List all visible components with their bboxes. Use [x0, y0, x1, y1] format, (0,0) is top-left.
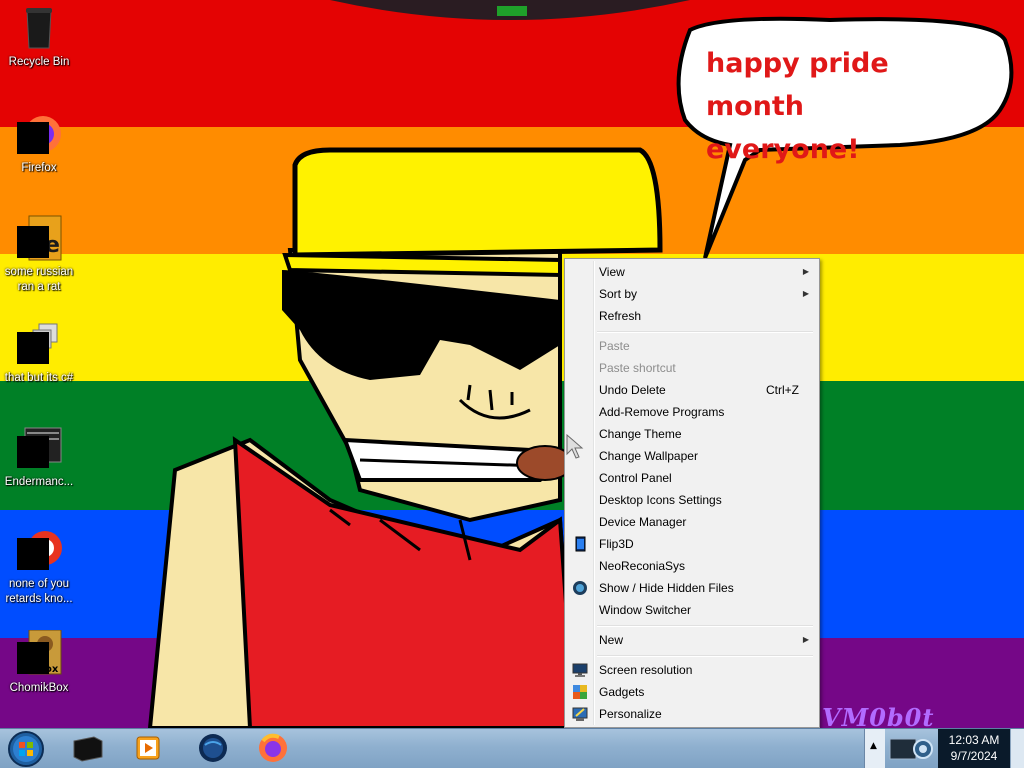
start-button[interactable]: [0, 729, 52, 768]
submenu-arrow-icon: ▶: [802, 635, 809, 644]
redacted-icon-overlay: [17, 226, 49, 258]
desktop-icon-endermanch[interactable]: Endermanc...: [0, 424, 78, 490]
menu-item-paste-shortcut: Paste shortcut: [599, 361, 676, 375]
clock-time: 12:03 AM: [948, 733, 1000, 747]
camera-projector-icon: [889, 738, 933, 760]
mouse-cursor-icon: [566, 434, 584, 459]
redacted-icon-overlay: [17, 122, 49, 154]
menu-item-change-theme[interactable]: Change Theme: [567, 423, 817, 445]
menu-item-sort-by[interactable]: Sort by ▶: [567, 283, 817, 305]
desktop-icon-label: Recycle Bin: [8, 56, 70, 68]
desktop-icon-c-sharp[interactable]: that but its c#: [0, 320, 78, 386]
windows-orb-icon: [8, 731, 44, 767]
menu-item-flip3d[interactable]: Flip3D: [567, 533, 817, 555]
taskbar-app-media-player[interactable]: [120, 729, 176, 768]
menu-item-window-switcher[interactable]: Window Switcher: [567, 599, 817, 621]
menu-item-refresh[interactable]: Refresh: [567, 305, 817, 327]
menu-item-undo-delete[interactable]: Undo Delete Ctrl+Z: [567, 379, 817, 401]
desktop-icon-recycle-bin[interactable]: Recycle Bin: [0, 4, 78, 70]
menu-item-change-wallpaper[interactable]: Change Wallpaper: [567, 445, 817, 467]
taskbar-app-globe-browser[interactable]: [185, 729, 241, 768]
menu-separator: [597, 655, 813, 657]
globe-icon: [573, 581, 587, 595]
taskbar-app-firefox[interactable]: [245, 729, 301, 768]
firefox-icon: [259, 733, 287, 762]
black-box-app-icon: [73, 736, 103, 762]
redacted-icon-overlay: [17, 642, 49, 674]
menu-item-new[interactable]: New ▶: [567, 629, 817, 651]
submenu-arrow-icon: ▶: [802, 289, 809, 298]
desktop-icon-label: Endermanc...: [4, 476, 74, 488]
desktop-icon-label: that but its c#: [4, 372, 74, 384]
media-player-icon: [136, 736, 160, 760]
taskbar: ▲ 12:03 AM 9/7/2024: [0, 728, 1024, 768]
menu-item-desktop-icons-settings[interactable]: Desktop Icons Settings: [567, 489, 817, 511]
desktop-icon-label: some russian ran a rat: [4, 266, 74, 293]
menu-item-paste: Paste: [599, 339, 630, 353]
desktop-context-menu: View ▶ Sort by ▶ Refresh Paste Paste short…: [564, 258, 820, 728]
desktop-wallpaper: happy pride month everyone! VM0b0t: [0, 0, 1024, 728]
menu-item-show-hide-hidden-files[interactable]: Show / Hide Hidden Files: [567, 577, 817, 599]
clock-area[interactable]: 12:03 AM 9/7/2024: [938, 729, 1010, 768]
clock: 12:03 AM 9/7/2024: [941, 732, 1007, 764]
chomikbox-hamster-icon: ox: [15, 629, 63, 678]
tray-icon-button[interactable]: [886, 731, 936, 766]
windows-stack-icon: [15, 320, 63, 368]
display-icon: [572, 663, 588, 677]
menu-separator: [597, 331, 813, 333]
menu-separator: [597, 625, 813, 627]
desktop-icon-none-of-you[interactable]: none of you retards kno...: [0, 526, 78, 607]
menu-item-view[interactable]: View ▶: [567, 261, 817, 283]
speech-bubble-line2: everyone!: [706, 134, 860, 165]
speech-bubble-text: happy pride month everyone!: [706, 42, 996, 171]
menu-item-neoreconiasys[interactable]: NeoReconiaSys: [567, 555, 817, 577]
menu-item-device-manager[interactable]: Device Manager: [567, 511, 817, 533]
personalize-icon: [572, 707, 588, 721]
desktop-icon-chomikbox[interactable]: ox ChomikBox: [0, 629, 78, 696]
desktop-icon-label: Firefox: [21, 162, 57, 174]
desktop-icon-label: none of you retards kno...: [5, 578, 73, 605]
recycle-bin-icon: [15, 4, 63, 52]
clock-date: 9/7/2024: [950, 749, 998, 763]
menu-item-gadgets[interactable]: Gadgets: [567, 681, 817, 703]
tray-overflow-arrow-icon: ▲: [870, 741, 877, 751]
taskbar-app-black-box[interactable]: [60, 729, 116, 768]
firefox-icon: [15, 110, 63, 158]
menu-item-control-panel[interactable]: Control Panel: [567, 467, 817, 489]
gadgets-icon: [573, 685, 587, 699]
submenu-arrow-icon: ▶: [802, 267, 809, 276]
redacted-icon-overlay: [17, 436, 49, 468]
red-circle-icon: [15, 526, 63, 574]
desktop-icon-rat[interactable]: e some russian ran a rat: [0, 214, 78, 295]
redacted-icon-overlay: [17, 332, 49, 364]
desktop-icon-label: ChomikBox: [9, 682, 69, 694]
flip3d-icon: [575, 536, 586, 552]
show-desktop-button[interactable]: [1010, 729, 1024, 768]
menu-item-personalize[interactable]: Personalize: [567, 703, 817, 725]
artist-signature: VM0b0t: [822, 703, 935, 728]
terminal-window-icon: [15, 424, 63, 472]
menu-item-add-remove-programs[interactable]: Add-Remove Programs: [567, 401, 817, 423]
shortcut-text: Ctrl+Z: [766, 383, 799, 397]
rat-program-icon: e: [15, 214, 63, 262]
tray-overflow-button[interactable]: ▲: [864, 729, 885, 768]
speech-bubble-line1: happy pride month: [706, 48, 889, 122]
desktop-icon-firefox[interactable]: Firefox: [0, 110, 78, 176]
menu-item-screen-resolution[interactable]: Screen resolution: [567, 659, 817, 681]
redacted-icon-overlay: [17, 538, 49, 570]
globe-browser-icon: [199, 734, 227, 762]
